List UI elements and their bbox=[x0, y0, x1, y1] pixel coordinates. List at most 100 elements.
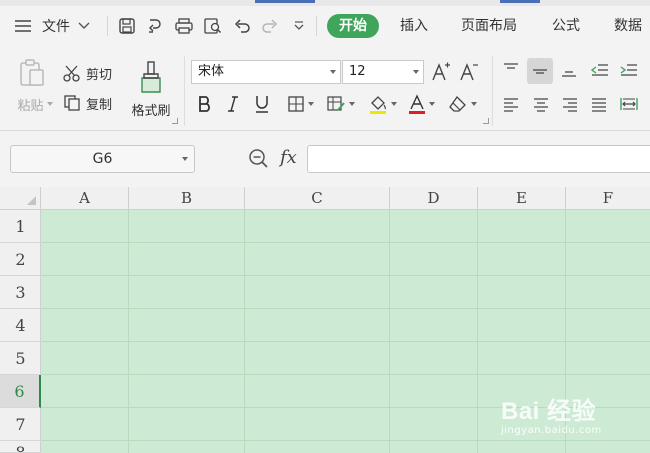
italic-button[interactable] bbox=[222, 92, 244, 116]
column-header-d[interactable]: D bbox=[390, 187, 478, 209]
tab-page-layout[interactable]: 页面布局 bbox=[461, 14, 517, 38]
file-menu-button[interactable]: 文件 bbox=[14, 14, 98, 38]
insert-function-button[interactable]: fx bbox=[280, 147, 297, 168]
print-button[interactable] bbox=[172, 14, 196, 38]
font-decrease-icon bbox=[460, 63, 478, 81]
tab-formulas[interactable]: 公式 bbox=[552, 14, 580, 38]
watermark-url: jingyan.baidu.com bbox=[501, 425, 602, 436]
cut-label: 剪切 bbox=[86, 67, 113, 83]
copy-button[interactable]: 复制 bbox=[62, 92, 122, 114]
italic-icon bbox=[228, 96, 238, 112]
row-headers: 1 2 3 4 5 6 7 8 bbox=[0, 210, 41, 453]
row-header-8[interactable]: 8 bbox=[0, 441, 41, 453]
tab-insert[interactable]: 插入 bbox=[400, 14, 428, 38]
font-size-select[interactable]: 12 bbox=[342, 60, 424, 84]
font-name-select[interactable]: 宋体 bbox=[191, 60, 341, 84]
caret-down-icon bbox=[46, 102, 53, 106]
select-all-corner[interactable] bbox=[0, 187, 41, 209]
align-right-icon bbox=[563, 98, 577, 112]
grid-line bbox=[389, 210, 390, 453]
align-top-button[interactable] bbox=[499, 58, 523, 82]
copy-label: 复制 bbox=[86, 97, 113, 113]
watermark-brand: Bai 经验 bbox=[501, 398, 597, 425]
format-painter-label: 格式刷 bbox=[131, 103, 171, 119]
chevron-down-icon bbox=[78, 22, 90, 29]
increase-font-size-button[interactable] bbox=[430, 60, 452, 84]
row-header-6[interactable]: 6 bbox=[0, 375, 41, 408]
menu-separator bbox=[316, 16, 317, 36]
redo-button[interactable] bbox=[259, 14, 281, 38]
clear-format-button[interactable] bbox=[444, 92, 480, 116]
row-header-7[interactable]: 7 bbox=[0, 408, 41, 441]
column-headers: A B C D E F bbox=[0, 187, 650, 210]
format-painter-button[interactable]: 格式刷 bbox=[128, 56, 174, 122]
row-header-1[interactable]: 1 bbox=[0, 210, 41, 243]
undo-button[interactable] bbox=[231, 14, 253, 38]
column-header-f[interactable]: F bbox=[566, 187, 650, 209]
ribbon-separator bbox=[492, 56, 493, 126]
increase-indent-button[interactable] bbox=[617, 58, 641, 82]
borders-icon bbox=[287, 96, 304, 112]
quick-access-more-button[interactable] bbox=[290, 14, 308, 38]
bold-icon bbox=[199, 96, 210, 112]
align-bottom-button[interactable] bbox=[557, 58, 581, 82]
row-header-4[interactable]: 4 bbox=[0, 309, 41, 342]
formula-input[interactable] bbox=[307, 145, 650, 173]
decrease-font-size-button[interactable] bbox=[458, 60, 480, 84]
paste-dropdown[interactable]: 粘贴 bbox=[12, 94, 58, 114]
chevron-down-icon bbox=[294, 21, 304, 30]
zoom-magnifier-icon[interactable] bbox=[248, 148, 270, 170]
font-color-icon bbox=[408, 94, 425, 114]
grid-line bbox=[477, 210, 478, 453]
scissors-icon bbox=[63, 65, 80, 82]
edit-cell-icon bbox=[326, 96, 345, 111]
fill-color-button[interactable] bbox=[364, 92, 400, 116]
tab-home[interactable]: 开始 bbox=[327, 14, 379, 38]
menu-separator bbox=[107, 16, 108, 36]
underline-button[interactable] bbox=[250, 92, 274, 116]
column-header-b[interactable]: B bbox=[129, 187, 245, 209]
align-middle-button[interactable] bbox=[527, 58, 553, 84]
clipboard-group-launcher[interactable] bbox=[172, 118, 178, 124]
cell-style-button[interactable] bbox=[322, 92, 358, 116]
caret-down-icon bbox=[428, 102, 435, 106]
print-preview-button[interactable] bbox=[201, 14, 225, 38]
align-left-button[interactable] bbox=[499, 92, 523, 116]
redo-icon bbox=[262, 19, 278, 33]
grid-line bbox=[128, 210, 129, 453]
paste-label: 粘贴 bbox=[17, 98, 44, 114]
align-left-icon bbox=[504, 98, 518, 112]
grid-line bbox=[244, 210, 245, 453]
grid-line bbox=[41, 308, 650, 309]
bold-button[interactable] bbox=[194, 92, 216, 116]
output-convert-button[interactable] bbox=[144, 14, 166, 38]
clipboard-icon bbox=[20, 59, 44, 86]
justify-button[interactable] bbox=[587, 92, 611, 116]
caret-down-icon bbox=[348, 102, 355, 106]
decrease-indent-button[interactable] bbox=[588, 58, 612, 82]
align-center-button[interactable] bbox=[529, 92, 553, 116]
name-box[interactable]: G6 bbox=[10, 145, 195, 173]
borders-button[interactable] bbox=[282, 92, 318, 116]
font-color-button[interactable] bbox=[404, 92, 438, 116]
paste-button[interactable] bbox=[12, 58, 52, 88]
cut-button[interactable]: 剪切 bbox=[62, 62, 122, 84]
row-header-3[interactable]: 3 bbox=[0, 276, 41, 309]
column-header-a[interactable]: A bbox=[41, 187, 129, 209]
align-right-button[interactable] bbox=[558, 92, 582, 116]
grid-line bbox=[41, 341, 650, 342]
distributed-align-button[interactable] bbox=[616, 92, 642, 116]
window-tab-indicator bbox=[255, 0, 315, 3]
row-header-5[interactable]: 5 bbox=[0, 342, 41, 375]
font-group-launcher[interactable] bbox=[483, 118, 489, 124]
fill-bucket-icon bbox=[369, 96, 386, 114]
ribbon-separator bbox=[184, 56, 185, 126]
row-header-2[interactable]: 2 bbox=[0, 243, 41, 276]
grid-line bbox=[41, 374, 650, 375]
tab-data[interactable]: 数据 bbox=[614, 14, 642, 38]
justify-icon bbox=[592, 98, 606, 112]
column-header-c[interactable]: C bbox=[245, 187, 390, 209]
menu-bar: 文件 开始 插入 页面布局 公式 数据 bbox=[0, 6, 650, 46]
save-button[interactable] bbox=[116, 14, 138, 38]
column-header-e[interactable]: E bbox=[478, 187, 566, 209]
